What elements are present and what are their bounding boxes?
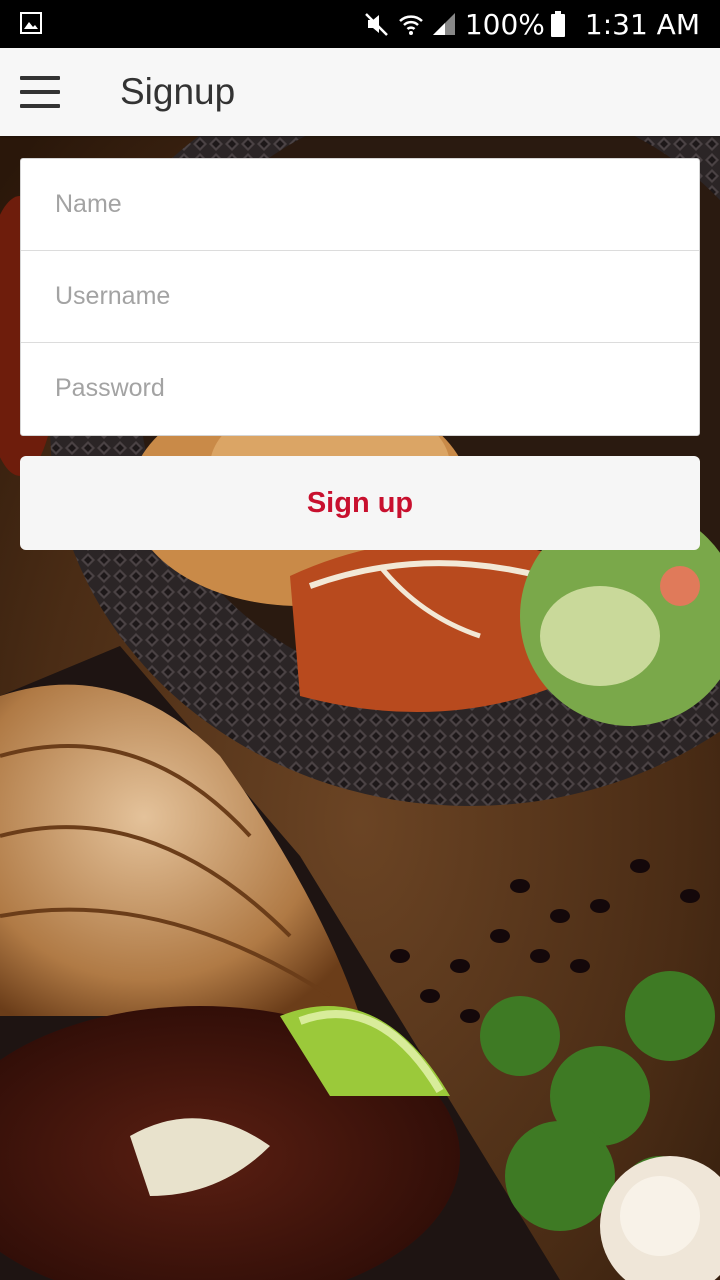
signup-form	[20, 158, 700, 436]
password-field-row	[21, 343, 699, 434]
signal-icon	[431, 11, 457, 37]
image-icon	[20, 12, 42, 34]
signup-screen: 100% 1:31 AM Signup Name Username Sign u…	[0, 0, 720, 1280]
mute-icon	[363, 10, 391, 38]
app-bar: Signup	[0, 48, 720, 136]
signup-button[interactable]: Sign up	[20, 456, 700, 550]
name-field-row	[21, 159, 699, 251]
name-input[interactable]	[21, 159, 699, 250]
battery-percent: 100%	[464, 7, 545, 41]
username-input[interactable]	[21, 251, 699, 342]
username-field-row	[21, 251, 699, 343]
hamburger-menu-icon[interactable]	[20, 76, 60, 108]
wifi-icon	[397, 10, 425, 38]
page-title: Signup	[120, 71, 236, 112]
password-input[interactable]	[21, 343, 699, 434]
status-bar: 100% 1:31 AM	[0, 0, 720, 48]
battery-icon	[550, 11, 565, 37]
status-icons: 100% 1:31 AM	[363, 0, 700, 48]
clock: 1:31 AM	[584, 7, 700, 41]
